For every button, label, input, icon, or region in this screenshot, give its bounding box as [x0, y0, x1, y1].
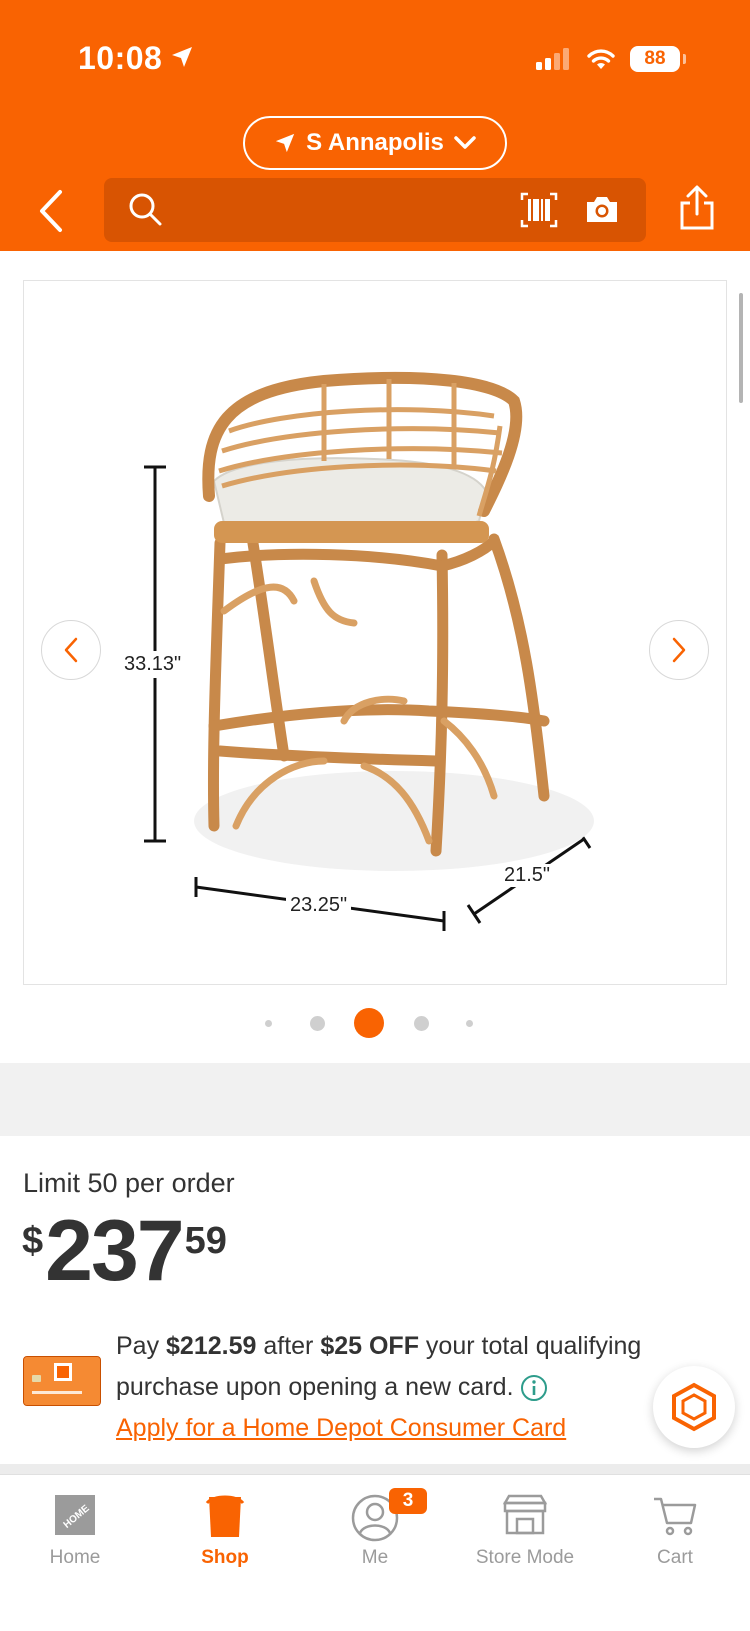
assistant-button[interactable] [653, 1366, 735, 1448]
tab-me[interactable]: Me [300, 1485, 450, 1585]
product-image-frame[interactable]: 33.13" 23.25" 21.5" [23, 280, 727, 985]
tab-home[interactable]: HOME Home [0, 1485, 150, 1585]
scrollbar[interactable] [739, 293, 743, 403]
product-price: $ 237 59 [22, 1208, 227, 1294]
location-arrow-icon [275, 133, 295, 153]
location-arrow-icon [172, 47, 192, 67]
dimension-height-label: 33.13" [124, 651, 182, 678]
price-cents: 59 [184, 1220, 227, 1262]
store-name: S Annapolis [306, 129, 444, 156]
tab-me-label: Me [361, 1547, 389, 1568]
carousel-dot[interactable] [414, 1016, 429, 1031]
carousel-dot[interactable] [265, 1020, 272, 1027]
chevron-down-icon [454, 136, 476, 149]
store-icon [502, 1494, 548, 1535]
camera-icon[interactable] [584, 194, 620, 226]
chevron-left-icon [64, 637, 78, 663]
content-bottom-divider [0, 1464, 750, 1474]
hexagon-icon [672, 1382, 716, 1432]
promo-after-text: after [256, 1332, 321, 1360]
price-dollars: 237 [45, 1203, 184, 1299]
chevron-right-icon [672, 637, 686, 663]
search-icon [129, 193, 162, 226]
product-image-counter-stool [144, 371, 594, 931]
search-input[interactable] [104, 178, 646, 242]
status-time: 10:08 [78, 40, 163, 76]
home-depot-card-icon [24, 1357, 100, 1405]
tab-store-mode[interactable]: Store Mode [450, 1485, 600, 1585]
carousel-prev-button[interactable] [41, 620, 101, 680]
carousel-dot[interactable] [310, 1016, 325, 1031]
tab-shop-label: Shop [201, 1547, 249, 1568]
home-depot-logo-icon: HOME [55, 1495, 95, 1535]
dimension-depth-label: 21.5" [502, 864, 553, 887]
battery-indicator: 88 [630, 46, 686, 72]
cart-icon [654, 1497, 697, 1536]
tab-shop[interactable]: Shop [150, 1485, 300, 1585]
bottom-tab-bar: HOME Home Shop Me Store Mode Cart [0, 1474, 750, 1631]
card-promo-text: Pay $212.59 after $25 OFF your total qua… [116, 1326, 676, 1449]
promo-pay-prefix: Pay [116, 1332, 167, 1360]
apply-card-link[interactable]: Apply for a Home Depot Consumer Card [116, 1414, 566, 1442]
app-header: 10:08 88 S Annapolis [0, 0, 750, 251]
notification-badge: 3 [389, 1488, 427, 1514]
dimension-width-label: 23.25" [286, 894, 352, 917]
carousel-pagination [0, 1006, 750, 1040]
purchase-limit: Limit 50 per order [23, 1168, 235, 1198]
tab-store-mode-label: Store Mode [475, 1547, 575, 1568]
share-icon[interactable] [677, 184, 717, 232]
price-currency: $ [22, 1220, 44, 1262]
store-selector[interactable]: S Annapolis [243, 116, 507, 170]
section-divider [0, 1063, 750, 1136]
carousel-dot[interactable] [466, 1020, 473, 1027]
signal-icon [536, 48, 569, 70]
tab-home-label: Home [49, 1547, 101, 1568]
tab-cart-label: Cart [657, 1547, 693, 1568]
promo-pay-amount: $212.59 [166, 1332, 257, 1360]
info-icon[interactable] [520, 1374, 548, 1402]
carousel-dot-active[interactable] [354, 1008, 384, 1038]
barcode-scanner-icon[interactable] [520, 192, 558, 228]
credit-card-image [23, 1356, 101, 1406]
bucket-icon [205, 1495, 245, 1537]
promo-discount: $25 OFF [320, 1332, 419, 1360]
wifi-icon [587, 49, 615, 69]
tab-cart[interactable]: Cart [600, 1485, 750, 1585]
carousel-next-button[interactable] [649, 620, 709, 680]
back-arrow-icon[interactable] [34, 186, 74, 236]
status-indicators: 88 [536, 46, 686, 72]
